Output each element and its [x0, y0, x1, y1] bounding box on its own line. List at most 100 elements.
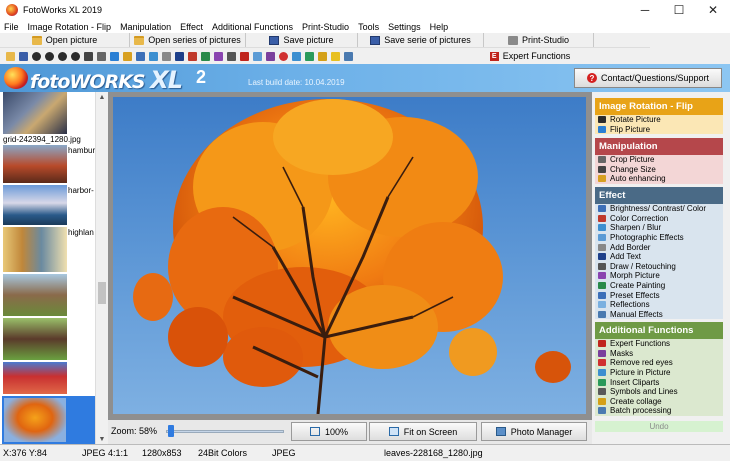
pip-icon[interactable]	[292, 51, 301, 61]
menu-tools[interactable]: Tools	[358, 22, 379, 32]
menu-additional-functions[interactable]: Additional Functions	[212, 22, 293, 32]
thumbnail-scrollbar[interactable]: ▲ ▼	[95, 92, 107, 444]
thumbnail-harbor[interactable]	[3, 185, 67, 225]
effect-icon[interactable]	[201, 51, 210, 61]
maximize-button[interactable]: ☐	[662, 0, 696, 20]
build-date: Last build date: 10.04.2019	[248, 78, 345, 87]
draw-icon[interactable]	[188, 51, 197, 61]
rotate-icon[interactable]	[58, 51, 67, 61]
batch-icon[interactable]	[344, 51, 353, 61]
color-icon[interactable]	[136, 51, 145, 61]
zoom-100-button[interactable]: 100%	[291, 422, 367, 441]
expert-icon[interactable]	[240, 51, 249, 61]
picture-in-picture-item[interactable]: Picture in Picture	[595, 368, 723, 378]
section-header[interactable]: Image Rotation - Flip	[595, 98, 723, 115]
zoom-slider-handle[interactable]	[168, 425, 174, 437]
masks-item[interactable]: Masks	[595, 349, 723, 359]
change-size-item[interactable]: Change Size	[595, 165, 723, 175]
image-icon[interactable]	[149, 51, 158, 61]
preset-effects-item[interactable]: Preset Effects	[595, 290, 723, 300]
section-header[interactable]: Manipulation	[595, 138, 723, 155]
minimize-button[interactable]: ─	[628, 0, 662, 20]
section-header[interactable]: Effect	[595, 187, 723, 204]
star-icon[interactable]	[331, 51, 340, 61]
thumbnail-hamburg[interactable]	[3, 145, 67, 183]
close-button[interactable]: ✕	[696, 0, 730, 20]
sharpen-icon[interactable]	[227, 51, 236, 61]
rotate-left-icon[interactable]	[32, 51, 41, 61]
open-series-button[interactable]: Open series of pictures	[130, 33, 246, 47]
thumbnail-leaves-selected[interactable]	[2, 396, 96, 444]
save-series-button[interactable]: Save serie of pictures	[358, 33, 484, 47]
menu-manipulation[interactable]: Manipulation	[120, 22, 171, 32]
menu-settings[interactable]: Settings	[388, 22, 421, 32]
scroll-up-icon[interactable]: ▲	[96, 92, 108, 102]
clipart-icon[interactable]	[305, 51, 314, 61]
add-border-item[interactable]: Add Border	[595, 242, 723, 252]
thumbnail-flowers[interactable]	[3, 362, 67, 394]
create-painting-item[interactable]: Create Painting	[595, 281, 723, 291]
reflections-item[interactable]: Reflections	[595, 300, 723, 310]
crop-icon[interactable]	[97, 51, 106, 61]
thumbnail-highland[interactable]	[3, 227, 67, 272]
menu-print-studio[interactable]: Print-Studio	[302, 22, 349, 32]
menu-image-rotation[interactable]: Image Rotation - Flip	[28, 22, 112, 32]
flip-icon[interactable]	[110, 51, 119, 61]
support-button[interactable]: ? Contact/Questions/Support	[574, 68, 722, 88]
sharpen-blur-item[interactable]: Sharpen / Blur	[595, 223, 723, 233]
thumbnail-horses[interactable]	[3, 318, 67, 360]
morph-icon[interactable]	[214, 51, 223, 61]
expert-functions-item[interactable]: Expert Functions	[595, 339, 723, 349]
symbols-lines-item[interactable]: Symbols and Lines	[595, 387, 723, 397]
item-label: Morph Picture	[610, 271, 660, 281]
rotate-picture-item[interactable]: Rotate Picture	[595, 115, 723, 125]
auto-enhancing-item[interactable]: Auto enhancing	[595, 174, 723, 184]
border-icon	[598, 243, 606, 251]
add-text-item[interactable]: Add Text	[595, 252, 723, 262]
photo-manager-button[interactable]: Photo Manager	[481, 422, 587, 441]
fit-on-screen-button[interactable]: Fit on Screen	[369, 422, 477, 441]
rotate-180-icon[interactable]	[71, 51, 80, 61]
menu-effect[interactable]: Effect	[180, 22, 203, 32]
draw-retouching-item[interactable]: Draw / Retouching	[595, 262, 723, 272]
scroll-down-icon[interactable]: ▼	[96, 434, 108, 444]
rotate-right-icon[interactable]	[45, 51, 54, 61]
menu-help[interactable]: Help	[430, 22, 449, 32]
save-series-label: Save serie of pictures	[384, 35, 471, 45]
expert-functions-button[interactable]: E Expert Functions	[488, 49, 572, 63]
create-collage-item[interactable]: Create collage	[595, 397, 723, 407]
picture-icon[interactable]	[253, 51, 262, 61]
remove-red-eyes-item[interactable]: Remove red eyes	[595, 358, 723, 368]
undo-button[interactable]: Undo	[595, 421, 723, 432]
resize-icon[interactable]	[84, 51, 93, 61]
color-correction-item[interactable]: Color Correction	[595, 214, 723, 224]
batch-processing-item[interactable]: Batch processing	[595, 406, 723, 416]
chroma-ratio: 4:1:1	[108, 448, 129, 458]
insert-cliparts-item[interactable]: Insert Cliparts	[595, 377, 723, 387]
item-label: Color Correction	[610, 213, 669, 223]
manual-effects-item[interactable]: Manual Effects	[595, 310, 723, 320]
open-picture-button[interactable]: Open picture	[0, 33, 130, 47]
red-eye-icon[interactable]	[279, 51, 288, 61]
save-icon[interactable]	[19, 51, 28, 61]
main-photo[interactable]	[113, 97, 586, 414]
scroll-thumb[interactable]	[98, 282, 106, 304]
zoom-slider-track[interactable]	[166, 430, 284, 433]
save-picture-button[interactable]: Save picture	[246, 33, 358, 47]
flip-picture-item[interactable]: Flip Picture	[595, 125, 723, 135]
thumbnail-horse[interactable]	[3, 274, 67, 316]
section-header[interactable]: Additional Functions	[595, 322, 723, 339]
thumbnail-grid[interactable]	[3, 92, 67, 134]
crop-picture-item[interactable]: Crop Picture	[595, 155, 723, 165]
photographic-effects-item[interactable]: Photographic Effects	[595, 233, 723, 243]
mask-icon[interactable]	[266, 51, 275, 61]
brightness-icon[interactable]	[123, 51, 132, 61]
collage-icon[interactable]	[318, 51, 327, 61]
print-studio-button[interactable]: Print-Studio	[484, 33, 594, 47]
menu-file[interactable]: File	[4, 22, 19, 32]
open-icon[interactable]	[6, 51, 15, 61]
text-icon[interactable]	[175, 51, 184, 61]
brightness-item[interactable]: Brightness/ Contrast/ Color	[595, 204, 723, 214]
morph-picture-item[interactable]: Morph Picture	[595, 271, 723, 281]
border-icon[interactable]	[162, 51, 171, 61]
